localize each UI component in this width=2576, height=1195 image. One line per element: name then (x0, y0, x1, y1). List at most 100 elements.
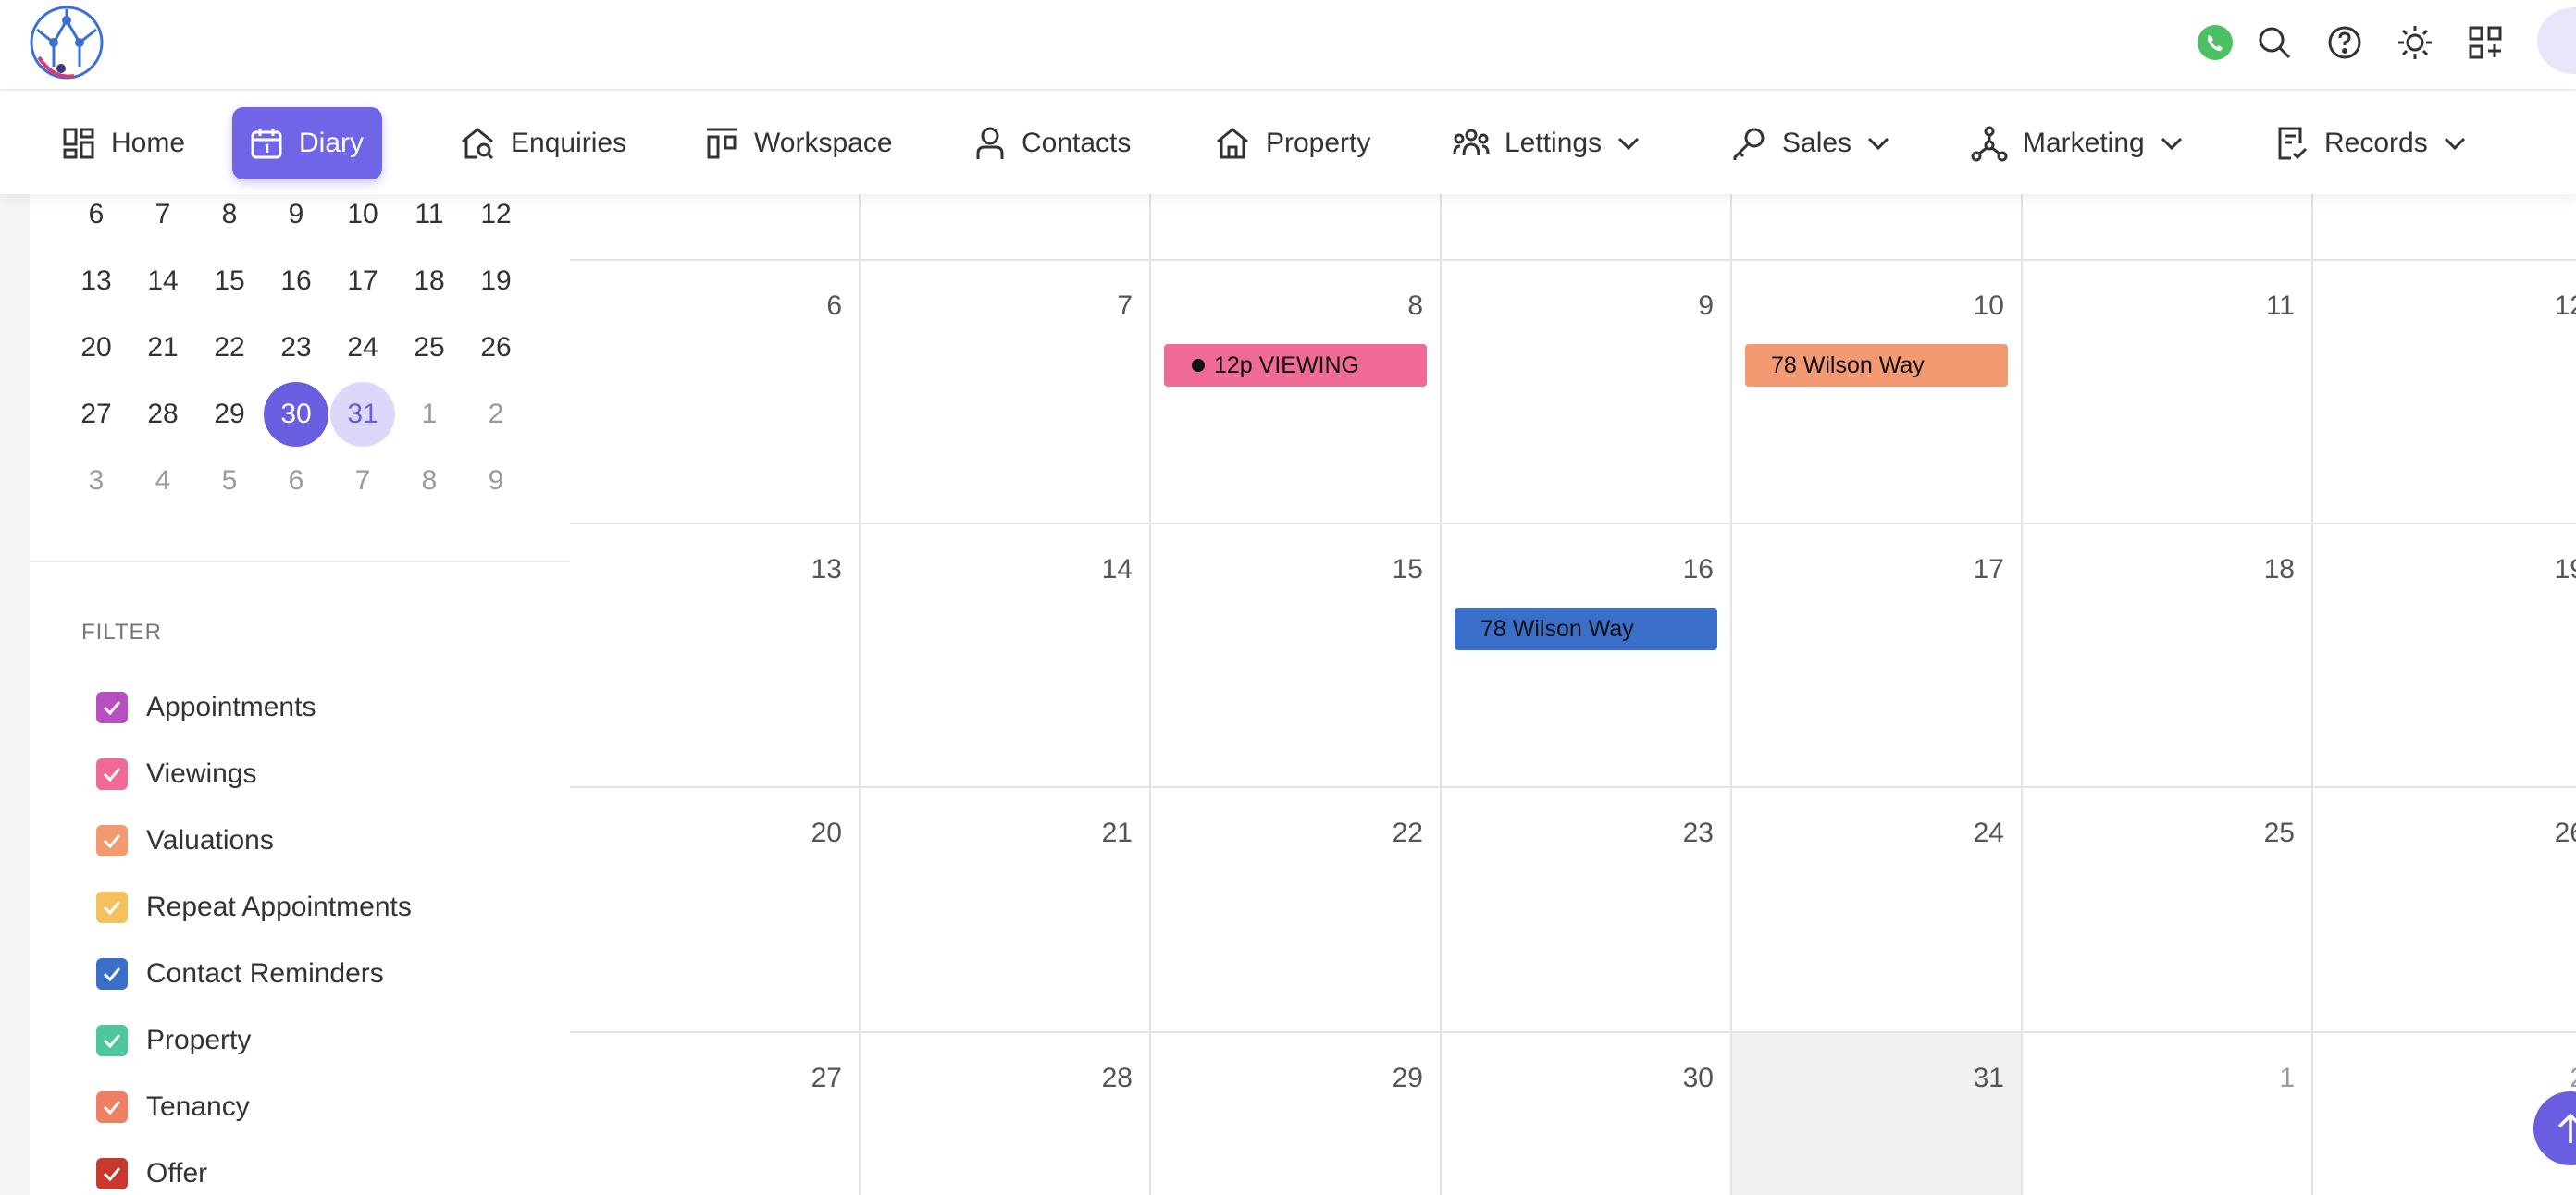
calendar-day-cell[interactable]: 19 (2313, 524, 2576, 788)
calendar-event[interactable]: 78 Wilson Way (1745, 344, 2008, 387)
help-icon[interactable] (2321, 18, 2369, 67)
mini-calendar-day[interactable]: 26 (464, 315, 528, 380)
calendar-event[interactable]: 12p VIEWING (1164, 344, 1427, 387)
mini-calendar-day[interactable]: 31 (330, 382, 395, 447)
filter-item[interactable]: Viewings (96, 756, 257, 793)
search-icon[interactable] (2250, 18, 2298, 67)
mini-calendar-day[interactable]: 18 (397, 249, 462, 314)
filter-checkbox[interactable] (96, 692, 128, 723)
calendar-day-cell[interactable] (570, 194, 861, 261)
calendar-day-cell[interactable]: 21 (861, 788, 1151, 1033)
calendar-day-cell[interactable]: 30 (1442, 1033, 1732, 1195)
mini-calendar-day[interactable]: 4 (130, 449, 195, 513)
mini-calendar-day[interactable]: 7 (330, 449, 395, 513)
calendar-day-cell[interactable]: 10 78 Wilson Way (1732, 261, 2023, 524)
mini-calendar-day[interactable]: 21 (130, 315, 195, 380)
filter-checkbox[interactable] (96, 892, 128, 923)
calendar-day-cell[interactable]: 29 (1151, 1033, 1442, 1195)
calendar-day-cell[interactable]: 8 12p VIEWING (1151, 261, 1442, 524)
day-number: 21 (1101, 818, 1133, 848)
mini-calendar-day[interactable]: 14 (130, 249, 195, 314)
nav-workspace[interactable]: Workspace (687, 107, 911, 179)
nav-lettings[interactable]: Lettings (1436, 107, 1659, 179)
mini-calendar-day[interactable]: 15 (197, 249, 262, 314)
calendar-event[interactable]: 78 Wilson Way (1455, 608, 1717, 650)
filter-checkbox[interactable] (96, 1158, 128, 1189)
filter-item[interactable]: Repeat Appointments (96, 889, 412, 926)
mini-calendar-day[interactable]: 2 (464, 382, 528, 447)
calendar-day-cell[interactable]: 17 (1732, 524, 2023, 788)
filter-item[interactable]: Valuations (96, 822, 274, 859)
calendar-day-cell[interactable]: 6 (570, 261, 861, 524)
nav-home[interactable]: Home (44, 107, 204, 179)
calendar-day-cell[interactable]: 18 (2023, 524, 2313, 788)
nav-marketing[interactable]: Marketing (1954, 107, 2202, 179)
calendar-day-cell[interactable]: 11 (2023, 261, 2313, 524)
calendar-day-cell[interactable]: 23 (1442, 788, 1732, 1033)
nav-contacts[interactable]: Contacts (957, 107, 1149, 179)
calendar-day-cell[interactable]: 9 (1442, 261, 1732, 524)
filter-label: Viewings (146, 758, 257, 789)
mini-calendar-day[interactable]: 16 (264, 249, 328, 314)
nav-diary[interactable]: Diary (232, 107, 383, 179)
mini-calendar-day[interactable]: 1 (397, 382, 462, 447)
filter-checkbox[interactable] (96, 758, 128, 790)
calendar-day-cell[interactable] (1442, 194, 1732, 261)
mini-calendar-day[interactable]: 20 (64, 315, 129, 380)
calendar-day-cell[interactable]: 20 (570, 788, 861, 1033)
filter-checkbox[interactable] (96, 958, 128, 990)
mini-calendar-day[interactable]: 5 (197, 449, 262, 513)
mini-calendar-day[interactable]: 19 (464, 249, 528, 314)
calendar-day-cell[interactable]: 26 (2313, 788, 2576, 1033)
nav-records[interactable]: Records (2258, 107, 2485, 179)
calendar-day-cell[interactable]: 14 (861, 524, 1151, 788)
calendar-day-cell[interactable]: 28 (861, 1033, 1151, 1195)
calendar-day-cell[interactable]: 25 (2023, 788, 2313, 1033)
calendar-day-cell[interactable] (1732, 194, 2023, 261)
filter-item[interactable]: Contact Reminders (96, 955, 384, 992)
mini-calendar-day[interactable]: 17 (330, 249, 395, 314)
filter-item[interactable]: Appointments (96, 689, 316, 726)
filter-item[interactable]: Property (96, 1022, 251, 1059)
calendar-day-cell[interactable]: 24 (1732, 788, 2023, 1033)
calendar-day-cell[interactable]: 27 (570, 1033, 861, 1195)
filter-item[interactable]: Offer (96, 1155, 207, 1192)
calendar-day-cell[interactable] (861, 194, 1151, 261)
theme-sun-icon[interactable] (2391, 18, 2439, 67)
filter-checkbox[interactable] (96, 825, 128, 856)
mini-calendar-day[interactable]: 3 (64, 449, 129, 513)
nav-enquiries[interactable]: Enquiries (442, 107, 645, 179)
filter-checkbox[interactable] (96, 1091, 128, 1123)
mini-calendar-day[interactable]: 28 (130, 382, 195, 447)
mini-calendar-day[interactable]: 25 (397, 315, 462, 380)
user-avatar[interactable] (2537, 7, 2576, 74)
nav-sales[interactable]: Sales (1714, 107, 1909, 179)
whatsapp-icon[interactable] (2191, 18, 2239, 67)
calendar-day-cell[interactable]: 22 (1151, 788, 1442, 1033)
mini-calendar-day[interactable]: 30 (264, 382, 328, 447)
calendar-day-cell[interactable]: 13 (570, 524, 861, 788)
mini-calendar-day[interactable]: 23 (264, 315, 328, 380)
mini-calendar-day[interactable]: 6 (264, 449, 328, 513)
mini-calendar-day[interactable]: 27 (64, 382, 129, 447)
mini-calendar-day[interactable]: 29 (197, 382, 262, 447)
calendar-day-cell[interactable] (2023, 194, 2313, 261)
app-logo[interactable] (26, 2, 109, 83)
mini-calendar-day[interactable]: 13 (64, 249, 129, 314)
mini-calendar-day[interactable]: 9 (464, 449, 528, 513)
calendar-day-cell[interactable]: 12 (2313, 261, 2576, 524)
calendar-day-cell[interactable]: 1 (2023, 1033, 2313, 1195)
filter-checkbox[interactable] (96, 1025, 128, 1056)
mini-calendar-day[interactable]: 8 (397, 449, 462, 513)
calendar-day-cell[interactable]: 31 (1732, 1033, 2023, 1195)
calendar-day-cell[interactable]: 16 78 Wilson Way (1442, 524, 1732, 788)
calendar-day-cell[interactable]: 7 (861, 261, 1151, 524)
calendar-day-cell[interactable] (1151, 194, 1442, 261)
apps-add-icon[interactable] (2461, 18, 2509, 67)
mini-calendar-day[interactable]: 24 (330, 315, 395, 380)
mini-calendar-day[interactable]: 22 (197, 315, 262, 380)
calendar-day-cell[interactable] (2313, 194, 2576, 261)
calendar-day-cell[interactable]: 15 (1151, 524, 1442, 788)
filter-item[interactable]: Tenancy (96, 1089, 250, 1126)
nav-property[interactable]: Property (1197, 107, 1389, 179)
